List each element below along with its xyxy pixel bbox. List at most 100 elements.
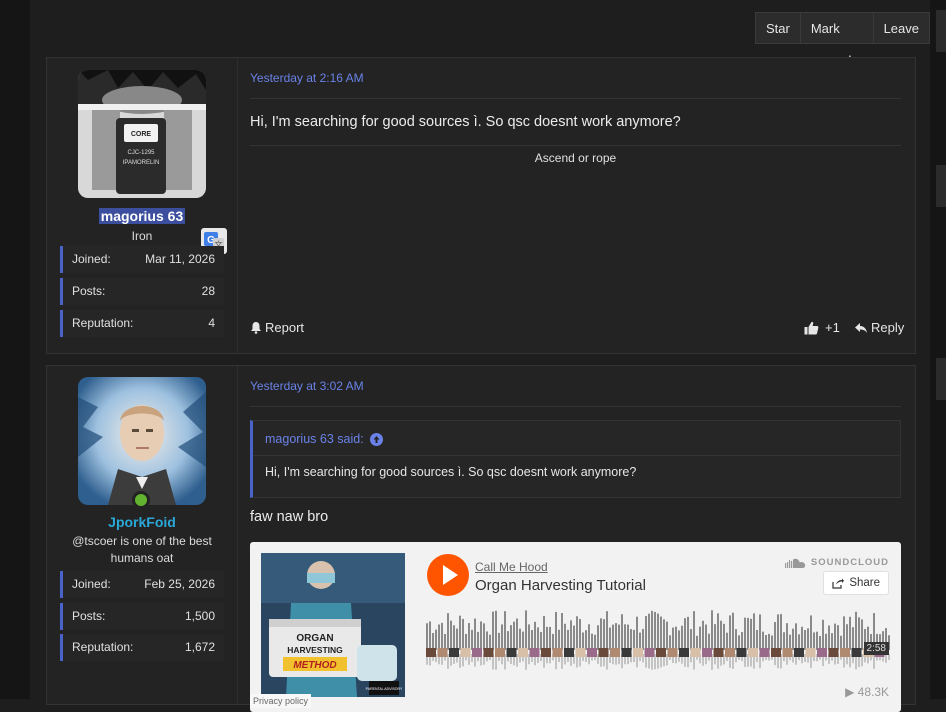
comment-avatar[interactable]: [679, 648, 689, 657]
waveform-bar: [495, 610, 497, 650]
waveform-bar: [432, 632, 434, 650]
comment-avatar[interactable]: [656, 648, 666, 657]
track-title[interactable]: Organ Harvesting Tutorial: [475, 577, 646, 594]
comment-avatar[interactable]: [598, 648, 609, 657]
share-button[interactable]: Share: [823, 571, 889, 595]
post: CORE CJC-1295 IPAMORELIN magorius 63 Iro…: [46, 57, 916, 354]
comment-avatar[interactable]: [817, 648, 827, 657]
comment-avatar[interactable]: [437, 648, 448, 657]
user-title-line: @tscoer is one of the best: [72, 534, 212, 548]
waveform-bar: [801, 626, 803, 650]
comment-avatar[interactable]: [725, 648, 735, 657]
comment-avatar[interactable]: [575, 648, 586, 657]
track-artist[interactable]: Call Me Hood: [475, 560, 548, 574]
svg-text:CORE: CORE: [131, 131, 152, 138]
divider: [250, 406, 901, 407]
waveform-bar: [531, 629, 533, 650]
waveform-bar: [660, 616, 662, 650]
waveform-bar: [810, 615, 812, 650]
post-user-column: CORE CJC-1295 IPAMORELIN magorius 63 Iro…: [47, 58, 238, 353]
waveform-bar: [693, 611, 695, 650]
comment-avatar[interactable]: [610, 648, 620, 657]
comment-avatar[interactable]: [828, 648, 839, 657]
art-line: HARVESTING: [287, 645, 343, 655]
art-line: ORGAN: [296, 633, 333, 644]
waveform-bar: [552, 633, 554, 650]
artwork-image: ORGAN HARVESTING METHOD PARENTAL ADVISOR…: [261, 553, 405, 697]
waveform-bar: [705, 624, 707, 650]
user-stat-posts: Posts: 28: [60, 278, 224, 305]
quote-block: magorius 63 said: Hi, I'm searching for …: [250, 420, 901, 498]
waveform-bar: [651, 610, 653, 650]
privacy-policy-link[interactable]: Privacy policy: [250, 694, 312, 708]
avatar[interactable]: CORE CJC-1295 IPAMORELIN: [78, 70, 206, 198]
right-edge-tab: [936, 165, 946, 207]
waveform-bar: [435, 629, 437, 650]
waveform-bar: [849, 616, 851, 650]
waveform-bar: [663, 619, 665, 650]
comment-avatar[interactable]: [518, 648, 528, 657]
waveform[interactable]: [426, 608, 892, 672]
comment-avatar[interactable]: [529, 648, 540, 657]
waveform-bar: [804, 630, 806, 650]
leave-button[interactable]: Leave: [872, 12, 930, 44]
comment-avatar[interactable]: [426, 648, 436, 657]
comment-avatar[interactable]: [552, 648, 563, 657]
left-gutter: [0, 0, 30, 699]
comment-avatar[interactable]: [690, 648, 701, 657]
comment-avatar[interactable]: [633, 648, 643, 657]
soundcloud-embed[interactable]: ORGAN HARVESTING METHOD PARENTAL ADVISOR…: [250, 542, 901, 712]
reaction-button[interactable]: +1: [804, 320, 840, 335]
waveform-bar: [855, 611, 857, 650]
waveform-bar: [516, 618, 518, 650]
comment-avatar[interactable]: [483, 648, 494, 657]
comment-avatar[interactable]: [621, 648, 632, 657]
play-button[interactable]: [427, 554, 469, 596]
waveform-bar: [594, 634, 596, 650]
arrow-up-circle-icon[interactable]: [369, 432, 383, 446]
comment-avatar[interactable]: [713, 648, 724, 657]
waveform-bar: [729, 615, 731, 650]
comment-avatar[interactable]: [736, 648, 747, 657]
waveform-bar: [468, 623, 470, 650]
post-date[interactable]: Yesterday at 2:16 AM: [250, 71, 364, 85]
waveform-bar: [741, 631, 743, 650]
waveform-bar: [840, 635, 842, 650]
comment-avatar[interactable]: [702, 648, 712, 657]
avatar[interactable]: [78, 377, 206, 505]
comment-avatar[interactable]: [748, 648, 758, 657]
report-button[interactable]: Report: [250, 320, 304, 335]
comment-avatar[interactable]: [644, 648, 655, 657]
comment-avatar[interactable]: [506, 648, 517, 657]
waveform-bar: [507, 631, 509, 650]
waveform-bar: [636, 616, 638, 650]
comment-avatar[interactable]: [794, 648, 804, 657]
waveform-bar: [807, 628, 809, 650]
soundcloud-brand[interactable]: SOUNDCLOUD: [784, 557, 889, 568]
comment-avatar[interactable]: [541, 648, 551, 657]
track-artwork[interactable]: ORGAN HARVESTING METHOD PARENTAL ADVISOR…: [261, 553, 405, 697]
mark-unread-button[interactable]: Mark unread: [799, 12, 874, 68]
comment-avatar[interactable]: [759, 648, 770, 657]
comment-avatar[interactable]: [472, 648, 482, 657]
star-button[interactable]: Star: [755, 12, 801, 44]
comment-avatar[interactable]: [782, 648, 793, 657]
comment-avatar[interactable]: [495, 648, 505, 657]
comment-avatar[interactable]: [587, 648, 597, 657]
quote-header[interactable]: magorius 63 said:: [265, 432, 383, 446]
waveform-bar: [642, 628, 644, 650]
waveform-bar: [426, 623, 428, 650]
waveform-bar: [537, 627, 539, 650]
post-date[interactable]: Yesterday at 3:02 AM: [250, 379, 364, 393]
username[interactable]: JporkFoid: [47, 514, 237, 530]
comment-avatar[interactable]: [667, 648, 678, 657]
comment-avatar[interactable]: [771, 648, 781, 657]
comment-avatar[interactable]: [460, 648, 471, 657]
username[interactable]: magorius 63: [47, 208, 237, 224]
comment-avatar[interactable]: [449, 648, 459, 657]
comment-avatar[interactable]: [564, 648, 574, 657]
reply-button[interactable]: Reply: [854, 320, 904, 335]
comment-avatar[interactable]: [851, 648, 862, 657]
comment-avatar[interactable]: [805, 648, 816, 657]
comment-avatar[interactable]: [840, 648, 850, 657]
